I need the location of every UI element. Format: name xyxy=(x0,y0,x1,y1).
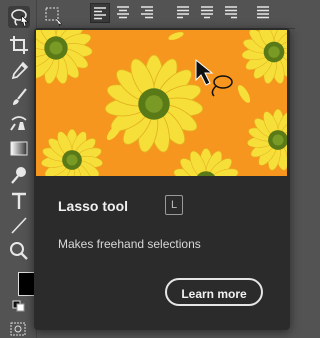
marquee-submenu-icon[interactable] xyxy=(44,6,64,27)
type-icon[interactable] xyxy=(8,190,30,212)
justify-last-left-icon[interactable] xyxy=(174,3,192,21)
brush-icon[interactable] xyxy=(8,86,30,108)
tools-panel xyxy=(0,0,38,338)
tool-preview-image xyxy=(36,30,287,176)
justify-all-icon[interactable] xyxy=(254,3,272,21)
align-right-icon[interactable] xyxy=(138,3,156,21)
tooltip-description: Makes freehand selections xyxy=(58,237,201,251)
clone-stamp-icon[interactable] xyxy=(8,112,30,134)
crop-icon[interactable] xyxy=(8,34,30,56)
justify-last-center-icon[interactable] xyxy=(198,3,216,21)
tooltip-title: Lasso tool xyxy=(58,198,129,214)
tool-tooltip: Lasso tool L Makes freehand selections L… xyxy=(34,28,290,330)
lasso-icon[interactable] xyxy=(8,6,30,28)
quick-mask-icon[interactable] xyxy=(10,322,26,336)
learn-more-button[interactable]: Learn more xyxy=(165,278,263,306)
dodge-icon[interactable] xyxy=(8,164,30,186)
align-center-icon[interactable] xyxy=(114,3,132,21)
gradient-icon[interactable] xyxy=(8,138,30,160)
swap-colors-icon[interactable] xyxy=(12,300,26,312)
shortcut-key-badge: L xyxy=(165,195,183,215)
line-icon[interactable] xyxy=(8,214,30,236)
justify-last-right-icon[interactable] xyxy=(222,3,240,21)
eyedropper-icon[interactable] xyxy=(8,60,30,82)
zoom-icon[interactable] xyxy=(8,240,30,262)
align-left-icon[interactable] xyxy=(90,3,110,23)
